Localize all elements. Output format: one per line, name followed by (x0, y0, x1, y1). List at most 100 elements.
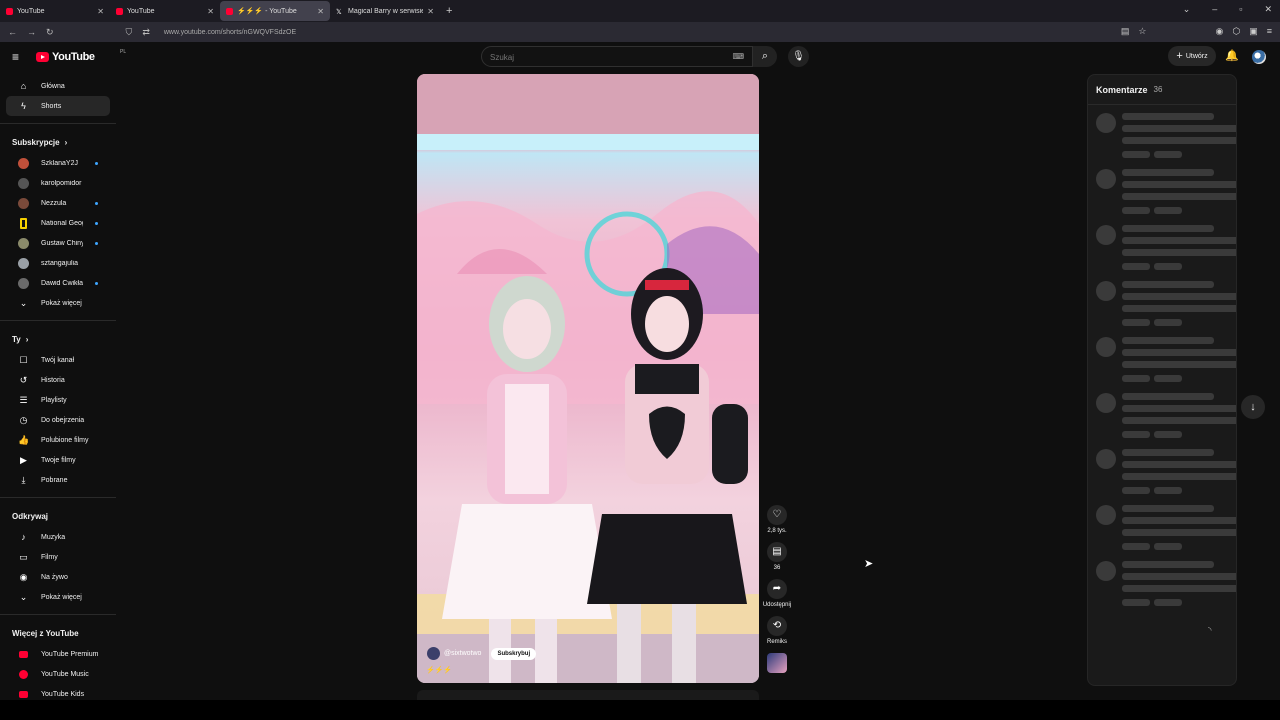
browser-tab-1[interactable]: YouTube ✕ (0, 1, 110, 21)
maximize-icon[interactable]: ▫ (1239, 4, 1242, 15)
subscription-item[interactable]: Gustaw Chiny (6, 233, 110, 253)
youtube-logo[interactable]: YouTube PL (36, 49, 126, 63)
close-icon[interactable]: ✕ (317, 7, 324, 16)
sidebar-item-films[interactable]: ▭ Filmy (6, 547, 110, 567)
sidebar-item-your-videos[interactable]: ▶ Twoje filmy (6, 450, 110, 470)
close-icon[interactable]: ✕ (427, 7, 434, 16)
show-more-explore[interactable]: ⌄ Pokaż więcej (6, 587, 110, 607)
sidebar: ⌂ Główna ϟ Shorts Subskrypcje › SzklanaY… (0, 76, 116, 706)
section-title: Ty (12, 334, 21, 344)
youtube-icon (226, 7, 233, 15)
forward-icon[interactable]: → (27, 27, 36, 37)
sidebar-item-premium[interactable]: YouTube Premium (6, 644, 110, 664)
hamburger-menu-icon[interactable]: ≡ (12, 50, 19, 64)
share-button[interactable]: ➦ (767, 579, 787, 599)
heart-icon: ♡ (772, 509, 782, 520)
sidebar-item-liked[interactable]: 👍 Polubione filmy (6, 430, 110, 450)
channel-avatar (18, 257, 29, 269)
sidebar-item-music[interactable]: ♪ Muzyka (6, 527, 110, 547)
subscribe-button[interactable]: Subskrybuj (491, 647, 537, 660)
comments-button[interactable]: ▤ (767, 542, 787, 562)
tab-title: YouTube (17, 7, 45, 15)
remix-label: Remiks (766, 639, 787, 645)
search-button[interactable]: ⌕ (753, 46, 777, 67)
subscriptions-heading[interactable]: Subskrypcje › (0, 131, 116, 153)
url-text[interactable]: www.youtube.com/shorts/nGWQVFSdzOE (164, 29, 296, 36)
keyboard-icon[interactable]: ⌨ (732, 52, 744, 61)
close-icon[interactable]: ✕ (97, 7, 104, 16)
you-heading[interactable]: Ty › (0, 328, 116, 350)
sidebar-item-label: YouTube Music (41, 670, 89, 678)
browser-tab-2[interactable]: YouTube ✕ (110, 1, 220, 21)
channel-avatar (18, 177, 29, 189)
minimize-icon[interactable]: – (1212, 4, 1217, 15)
sidebar-item-label: Filmy (41, 553, 58, 561)
short-video-player[interactable] (417, 74, 759, 683)
browser-tab-3[interactable]: ⚡⚡⚡ - YouTube ✕ (220, 1, 330, 21)
divider (0, 614, 116, 615)
account-icon[interactable]: ◉ (1216, 26, 1224, 37)
youtube-premium-icon (19, 650, 28, 658)
sidebar-item-your-channel[interactable]: ☐ Twój kanał (6, 350, 110, 370)
extension-badge-icon[interactable]: ▣ (1249, 26, 1258, 37)
search-input[interactable] (482, 48, 722, 67)
remix-button[interactable]: ⟲ (767, 616, 787, 636)
sidebar-item-home[interactable]: ⌂ Główna (6, 76, 110, 96)
channel-avatar[interactable] (427, 647, 440, 660)
chevron-right-icon: › (64, 137, 68, 147)
subscription-item[interactable]: Dawid Ćwikła (6, 273, 110, 293)
logo-region: PL (120, 49, 127, 55)
clock-icon: ◷ (19, 414, 28, 425)
bookmark-icon[interactable]: ☆ (1138, 26, 1146, 37)
back-icon[interactable]: ← (8, 27, 17, 37)
sidebar-item-label: National Geogra... (41, 219, 83, 227)
show-more-subscriptions[interactable]: ⌄ Pokaż więcej (6, 293, 110, 313)
new-tab-icon[interactable]: + (446, 5, 452, 17)
extensions-icon[interactable]: ⬡ (1232, 26, 1240, 37)
permissions-icon[interactable]: ⇄ (142, 27, 150, 38)
tab-title: ⚡⚡⚡ - YouTube (237, 8, 297, 15)
create-button[interactable]: + Utwórz (1168, 46, 1216, 66)
sound-thumbnail[interactable] (767, 653, 787, 673)
chevron-right-icon: › (25, 334, 29, 344)
voice-search-button[interactable]: 🎙 (788, 46, 809, 67)
account-avatar[interactable] (1252, 50, 1266, 64)
next-short-button[interactable]: ↓ (1241, 395, 1265, 419)
tab-list-icon[interactable]: ⌄ (1183, 4, 1191, 15)
sidebar-item-music-app[interactable]: YouTube Music (6, 664, 110, 684)
reader-icon[interactable]: ▤ (1121, 26, 1130, 37)
sidebar-item-shorts[interactable]: ϟ Shorts (6, 96, 110, 116)
sidebar-item-downloads[interactable]: ⤓ Pobrane (6, 470, 110, 490)
shield-icon[interactable]: ⛉ (126, 27, 133, 38)
subscription-item[interactable]: SzklanaY2J (6, 153, 110, 173)
sidebar-item-live[interactable]: ◉ Na żywo (6, 567, 110, 587)
youtube-play-icon (36, 52, 49, 62)
sidebar-item-playlists[interactable]: ☰ Playlisty (6, 390, 110, 410)
chevron-down-icon: ⌄ (19, 297, 28, 308)
sidebar-item-label: Główna (41, 82, 65, 90)
like-button[interactable]: ♡ (767, 505, 787, 525)
new-content-dot (95, 241, 98, 245)
close-icon[interactable]: ✕ (207, 7, 214, 16)
channel-name[interactable]: @sixtwotwo (444, 650, 481, 657)
section-title: Więcej z YouTube (12, 628, 79, 638)
sidebar-item-history[interactable]: ↺ Historia (6, 370, 110, 390)
close-window-icon[interactable]: ✕ (1264, 4, 1272, 15)
sidebar-item-label: Shorts (41, 102, 62, 110)
divider (0, 123, 116, 124)
sidebar-item-label: Twój kanał (41, 356, 75, 364)
subscription-item[interactable]: sztangajulia (6, 253, 110, 273)
notifications-bell-icon[interactable]: 🔔 (1225, 49, 1239, 62)
sidebar-item-label: Playlisty (41, 396, 67, 404)
subscription-item[interactable]: Nezzula (6, 193, 110, 213)
sidebar-item-watch-later[interactable]: ◷ Do obejrzenia (6, 410, 110, 430)
menu-icon[interactable]: ≡ (1267, 26, 1272, 37)
more-from-youtube-heading: Więcej z YouTube (0, 622, 116, 644)
new-content-dot (95, 281, 98, 285)
reload-icon[interactable]: ↻ (46, 27, 54, 38)
home-icon: ⌂ (20, 81, 27, 91)
bottom-edge (0, 700, 1280, 720)
subscription-item[interactable]: karolpomidor (6, 173, 110, 193)
browser-tab-4[interactable]: 𝕏 Magical Barry w serwisie X: „Ha ✕ (330, 1, 440, 21)
subscription-item[interactable]: National Geogra... (6, 213, 110, 233)
